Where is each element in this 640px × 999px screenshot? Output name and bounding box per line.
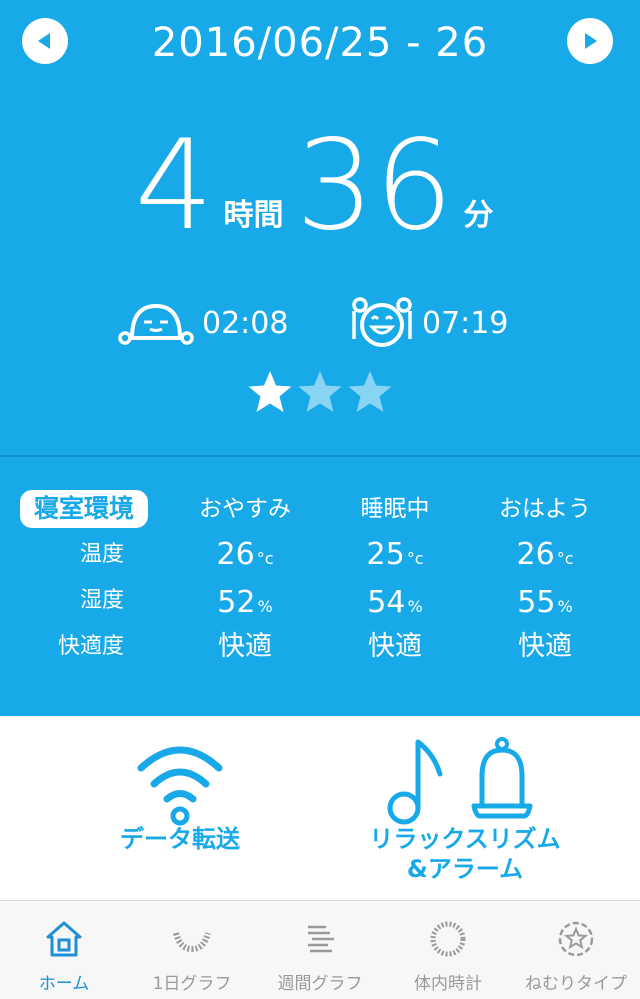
alarm-face-icon <box>352 297 412 347</box>
arrow-left-icon <box>38 33 50 49</box>
star-icon <box>248 371 292 412</box>
humidity-value: 52% <box>217 585 273 620</box>
sleep-summary-panel: 2016/06/25 - 26 4 時間 36 分 02:08 07:19 <box>0 0 640 455</box>
daily-graph-icon <box>173 932 211 953</box>
comfort-value: 快適 <box>218 631 272 662</box>
data-transfer-label: データ転送 <box>120 825 240 853</box>
data-transfer-button[interactable]: データ転送 <box>80 716 280 900</box>
tab-home[interactable]: ホーム <box>0 901 128 999</box>
comfort-value: 快適 <box>368 631 422 662</box>
temperature-value: 26 °c <box>516 537 574 572</box>
sleeping-face-icon <box>118 303 194 345</box>
star-icon <box>298 371 342 412</box>
sleep-type-icon <box>558 921 594 957</box>
wifi-icon <box>137 746 223 826</box>
sleep-times: 02:08 07:19 <box>0 293 640 353</box>
sleep-duration: 4 時間 36 分 <box>0 118 640 248</box>
relax-rhythm-alarm-button[interactable]: リラックスリズム &アラーム <box>350 716 580 900</box>
previous-day-button[interactable] <box>22 18 68 64</box>
temperature-value: 25 °c <box>366 537 424 572</box>
tab-label: 体内時計 <box>414 974 482 994</box>
weekly-graph-icon <box>308 925 334 953</box>
sleep-rating <box>0 368 640 418</box>
bedtime-value: 02:08 <box>202 305 289 341</box>
tab-label: 1日グラフ <box>152 974 232 994</box>
home-icon <box>46 921 82 957</box>
comfort-label: 快適度 <box>57 634 124 659</box>
hours-unit: 時間 <box>223 198 284 233</box>
wake-time-value: 07:19 <box>422 305 509 341</box>
tab-bar: ホーム 1日グラフ 週間グラフ 体内時計 ねむりタイプ <box>0 900 640 999</box>
temperature-value: 26 °c <box>216 537 274 572</box>
tab-sleep-type[interactable]: ねむりタイプ <box>512 901 640 999</box>
comfort-value: 快適 <box>518 631 572 662</box>
tab-label: ホーム <box>38 974 90 994</box>
body-clock-icon <box>430 921 466 957</box>
bedtime: 02:08 <box>118 293 288 353</box>
minutes-unit: 分 <box>463 198 494 233</box>
tab-body-clock[interactable]: 体内時計 <box>384 901 512 999</box>
temperature-label: 温度 <box>79 542 124 567</box>
star-icon <box>348 371 392 412</box>
column-morning: おはよう <box>499 496 591 522</box>
tab-label: ねむりタイプ <box>525 974 627 994</box>
music-note-icon <box>387 739 443 825</box>
column-sleeping: 睡眠中 <box>360 496 430 522</box>
alarm-label: &アラーム <box>406 855 524 883</box>
sleep-minutes: 36 <box>295 114 454 258</box>
tab-weekly-graph[interactable]: 週間グラフ <box>256 901 384 999</box>
humidity-value: 54% <box>367 585 423 620</box>
humidity-value: 55% <box>517 585 573 620</box>
bell-icon <box>471 737 533 819</box>
next-day-button[interactable] <box>567 18 613 64</box>
relax-rhythm-label: リラックスリズム <box>369 825 561 853</box>
bedroom-environment-panel: 寝室環境 おやすみ 睡眠中 おはよう 温度 湿度 快適度 26 °c 25 °c 2… <box>0 457 640 716</box>
arrow-right-icon <box>585 33 597 49</box>
actions-area: データ転送 リラックスリズム &アラーム <box>0 716 640 900</box>
tab-daily-graph[interactable]: 1日グラフ <box>128 901 256 999</box>
humidity-label: 湿度 <box>79 588 124 613</box>
wake-time: 07:19 <box>350 293 508 353</box>
sleep-hours: 4 <box>134 114 214 258</box>
environment-badge: 寝室環境 <box>20 490 148 528</box>
column-bedtime: おやすみ <box>199 496 291 522</box>
tab-label: 週間グラフ <box>277 974 363 994</box>
date-range: 2016/06/25 - 26 <box>151 20 489 66</box>
